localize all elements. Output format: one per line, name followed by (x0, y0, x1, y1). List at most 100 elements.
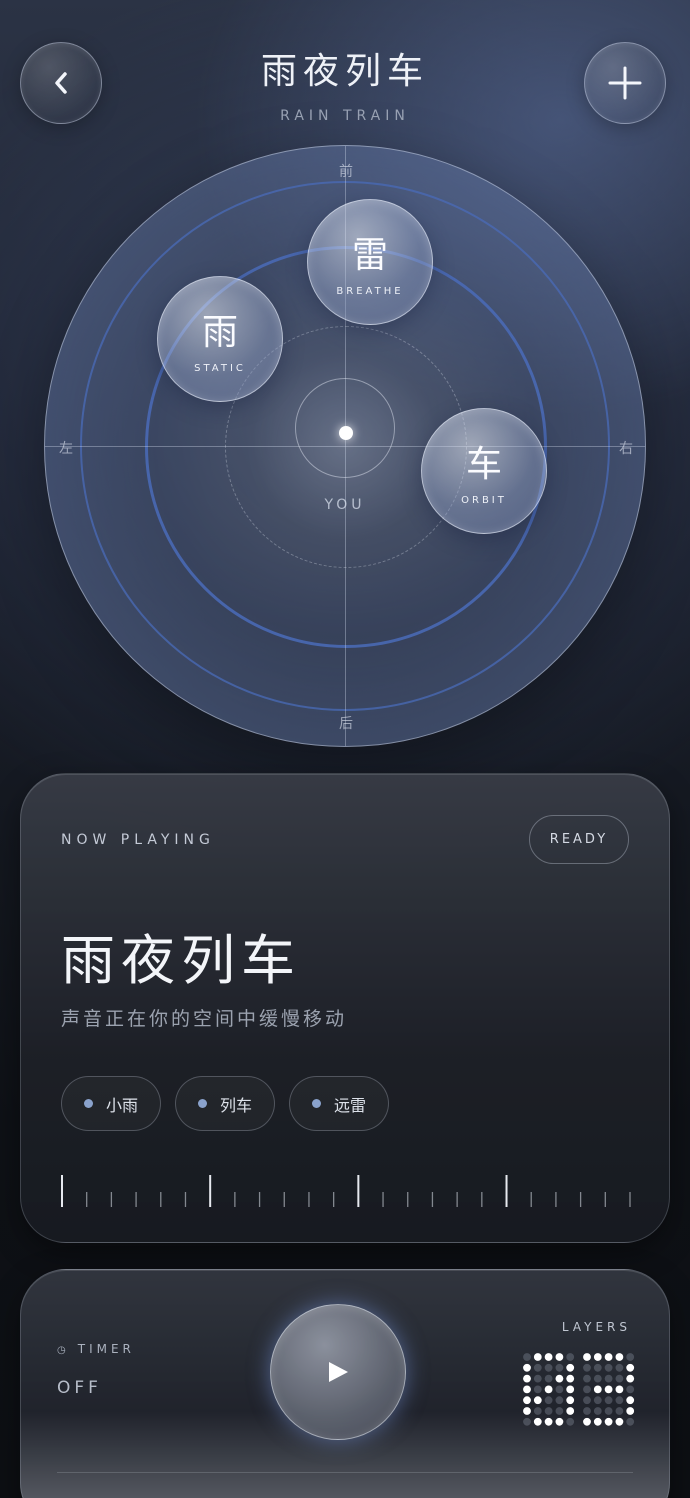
matrix-dot-off (593, 1363, 602, 1372)
matrix-dot-off (533, 1374, 542, 1383)
matrix-dot-off (533, 1385, 542, 1394)
matrix-dot-on (555, 1353, 564, 1361)
divider (57, 1472, 633, 1473)
chip-dot-icon (84, 1099, 93, 1108)
matrix-dot-off (583, 1396, 591, 1405)
matrix-dot-on (626, 1396, 635, 1405)
matrix-dot-off (566, 1417, 575, 1426)
matrix-dot-off (533, 1363, 542, 1372)
matrix-dot-on (544, 1385, 553, 1394)
direction-right: 右 (619, 441, 633, 457)
now-playing-label: NOW PLAYING (61, 832, 215, 848)
matrix-dot-off (555, 1396, 564, 1405)
matrix-dot-on (566, 1385, 575, 1394)
matrix-dot-off (615, 1407, 624, 1415)
layer-chip[interactable]: 列车 (175, 1076, 276, 1131)
sound-source-rain[interactable]: 雨 STATIC (157, 276, 283, 402)
track-description: 声音正在你的空间中缓慢移动 (61, 1008, 348, 1030)
matrix-dot-on (555, 1374, 564, 1383)
layer-chip[interactable]: 小雨 (61, 1076, 162, 1131)
matrix-dot-off (583, 1385, 591, 1394)
layers-count-display (523, 1353, 635, 1426)
matrix-dot-on (566, 1363, 575, 1372)
matrix-dot-on (593, 1385, 602, 1394)
matrix-dot-off (523, 1417, 531, 1426)
timer-value[interactable]: OFF (57, 1378, 102, 1398)
page-subtitle: RAIN TRAIN (280, 108, 410, 124)
spatial-sound-field[interactable]: 前 后 左 右 YOU 雷 BREATHE 雨 STATIC 车 ORBIT (44, 145, 646, 747)
timer-label[interactable]: ◷ TIMER (57, 1342, 135, 1356)
timeline-ruler[interactable] (61, 1174, 631, 1208)
source-char: 车 (465, 444, 502, 485)
matrix-dot-off (626, 1353, 635, 1361)
matrix-dot-on (593, 1353, 602, 1361)
matrix-dot-on (626, 1363, 635, 1372)
chip-label: 远雷 (334, 1095, 367, 1115)
matrix-dot-on (604, 1417, 613, 1426)
direction-left: 左 (59, 441, 73, 457)
matrix-dot-off (544, 1396, 553, 1405)
matrix-dot-off (604, 1396, 613, 1405)
matrix-dot-on (615, 1353, 624, 1361)
matrix-dot-off (533, 1407, 542, 1415)
source-char: 雨 (201, 312, 238, 353)
matrix-dot-off (566, 1353, 575, 1361)
timer-label-text: TIMER (77, 1342, 135, 1356)
layers-label: LAYERS (561, 1320, 631, 1334)
matrix-dot-on (566, 1374, 575, 1383)
control-card: ◷ TIMER OFF LAYERS (20, 1269, 670, 1498)
clock-icon: ◷ (57, 1345, 70, 1356)
matrix-dot-on (583, 1353, 591, 1361)
matrix-dot-off (626, 1417, 635, 1426)
sound-source-thunder[interactable]: 雷 BREATHE (307, 199, 433, 325)
direction-front: 前 (339, 164, 353, 180)
matrix-dot-off (604, 1363, 613, 1372)
matrix-dot-off (555, 1363, 564, 1372)
status-badge: READY (529, 815, 629, 864)
matrix-dot-on (533, 1417, 542, 1426)
matrix-dot-on (523, 1385, 531, 1394)
matrix-dot-off (604, 1407, 613, 1415)
matrix-dot-on (566, 1407, 575, 1415)
chip-label: 小雨 (106, 1095, 139, 1115)
matrix-dot-off (593, 1396, 602, 1405)
matrix-dot-on (544, 1353, 553, 1361)
matrix-dot-on (523, 1363, 531, 1372)
matrix-dot-on (523, 1396, 531, 1405)
matrix-dot-on (626, 1407, 635, 1415)
chip-dot-icon (312, 1099, 322, 1108)
matrix-dot-on (544, 1417, 553, 1426)
matrix-dot-on (523, 1374, 531, 1383)
add-button[interactable] (584, 42, 666, 124)
matrix-dot-on (533, 1353, 542, 1361)
matrix-dot-off (555, 1407, 564, 1415)
matrix-dot-on (555, 1417, 564, 1426)
layer-chip[interactable]: 远雷 (289, 1076, 390, 1131)
matrix-dot-off (583, 1374, 591, 1383)
source-char: 雷 (351, 235, 388, 276)
direction-back: 后 (339, 716, 353, 732)
matrix-dot-on (626, 1374, 635, 1383)
matrix-dot-on (604, 1353, 613, 1361)
matrix-dot-off (583, 1407, 591, 1415)
source-mode: STATIC (194, 363, 246, 374)
matrix-dot-on (566, 1396, 575, 1405)
matrix-dot-off (615, 1396, 624, 1405)
matrix-dot-on (583, 1417, 591, 1426)
matrix-dot-off (544, 1363, 553, 1372)
matrix-dot-off (544, 1374, 553, 1383)
matrix-dot-on (533, 1396, 542, 1405)
listener-dot (339, 426, 353, 440)
now-playing-card: NOW PLAYING READY 雨夜列车 声音正在你的空间中缓慢移动 小雨 … (20, 773, 670, 1243)
sound-source-train[interactable]: 车 ORBIT (421, 408, 547, 534)
matrix-dot-off (583, 1363, 591, 1372)
matrix-dot-off (626, 1385, 635, 1394)
play-button[interactable] (270, 1304, 406, 1440)
matrix-dot-off (593, 1407, 602, 1415)
matrix-dot-off (615, 1363, 624, 1372)
plus-icon (608, 66, 642, 100)
layer-chips: 小雨 列车 远雷 (61, 1076, 390, 1131)
matrix-dot-off (544, 1407, 553, 1415)
listener-label: YOU (324, 497, 366, 513)
source-mode: ORBIT (461, 495, 507, 506)
